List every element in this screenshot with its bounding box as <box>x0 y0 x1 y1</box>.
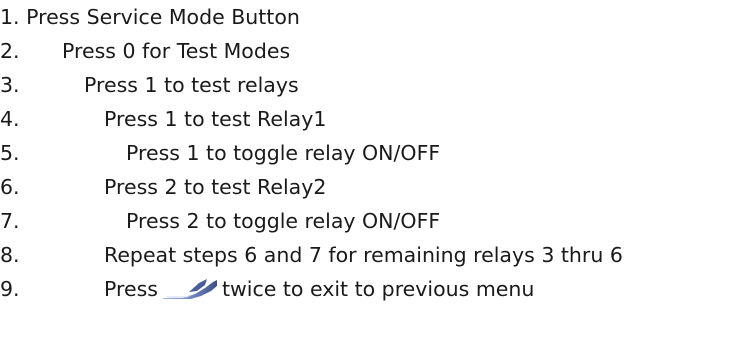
step-number: 5. <box>0 141 20 165</box>
instruction-list: 1. Press Service Mode Button 2. Press 0 … <box>0 0 750 345</box>
step-text: Repeat steps 6 and 7 for remaining relay… <box>104 243 623 267</box>
step-number: 1. <box>0 5 20 29</box>
step-number: 2. <box>0 39 20 63</box>
step-text: Press 0 for Test Modes <box>62 39 291 63</box>
step-number: 4. <box>0 107 20 131</box>
step-number: 6. <box>0 175 20 199</box>
step-text-before: Press <box>104 277 158 301</box>
step-number: 9. <box>0 277 20 301</box>
step-text: Press Service Mode Button <box>26 5 300 29</box>
step-number: 3. <box>0 73 20 97</box>
step-text: Press 2 to test Relay2 <box>104 175 327 199</box>
step-text: Press 2 to toggle relay ON/OFF <box>126 209 441 233</box>
step-text: Press twice to exit to previous menu <box>104 272 534 306</box>
back-arrow-icon <box>161 274 219 300</box>
step-text: Press 1 to test relays <box>84 73 299 97</box>
step-number: 8. <box>0 243 20 267</box>
step-number: 7. <box>0 209 20 233</box>
step-1: 1. Press Service Mode Button <box>0 0 300 34</box>
step-text-after: twice to exit to previous menu <box>221 277 535 301</box>
step-text: Press 1 to toggle relay ON/OFF <box>126 141 441 165</box>
step-text: Press 1 to test Relay1 <box>104 107 327 131</box>
